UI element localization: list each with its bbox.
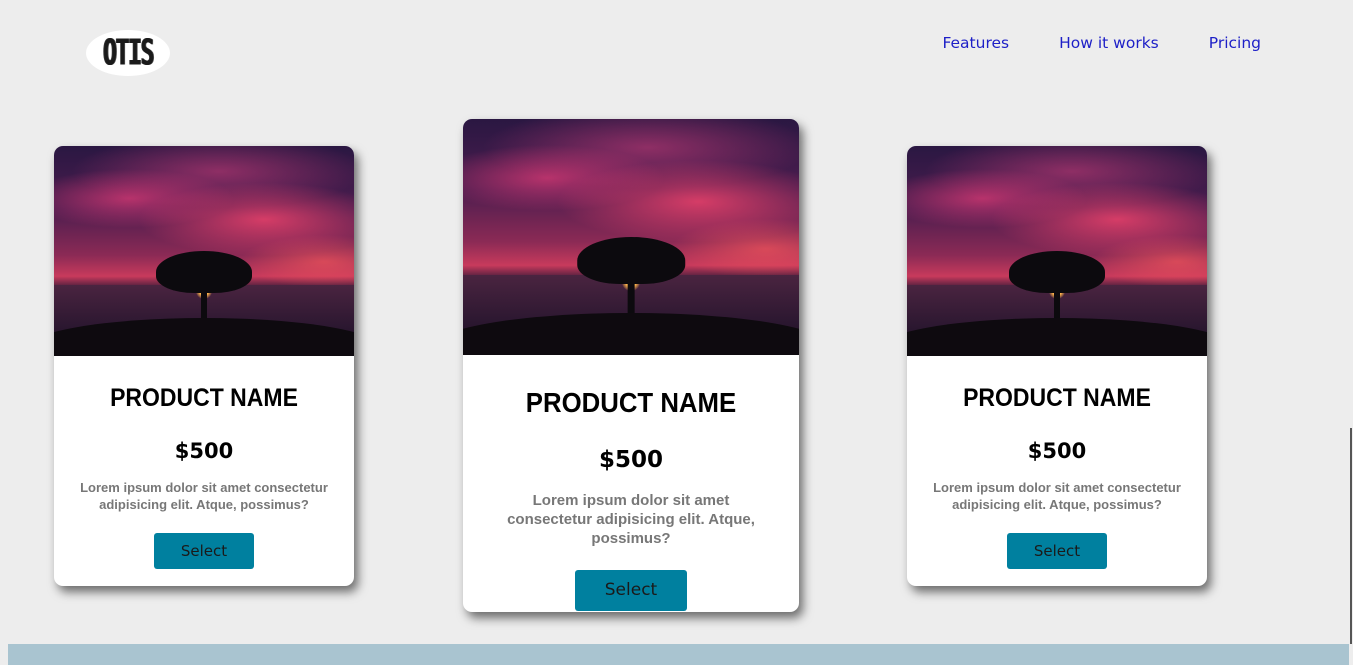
nav-link-how-it-works[interactable]: How it works: [1059, 34, 1159, 52]
sunset-tree-image: [463, 119, 799, 355]
footer-bar: [8, 644, 1349, 665]
product-description: Lorem ipsum dolor sit amet consectetur a…: [507, 492, 755, 547]
main-nav: Features How it works Pricing: [942, 34, 1261, 52]
product-card: PRODUCT NAME $500 Lorem ipsum dolor sit …: [907, 146, 1207, 586]
product-description: Lorem ipsum dolor sit amet consectetur a…: [933, 480, 1181, 512]
product-name: PRODUCT NAME: [525, 387, 737, 418]
pricing-page: OTIS Features How it works Pricing PRODU…: [0, 0, 1353, 665]
brand-logo[interactable]: OTIS: [86, 30, 170, 76]
product-description: Lorem ipsum dolor sit amet consectetur a…: [80, 480, 328, 512]
sunset-tree-image: [54, 146, 354, 356]
product-card: PRODUCT NAME $500 Lorem ipsum dolor sit …: [54, 146, 354, 586]
logo-text: OTIS: [102, 32, 155, 74]
scrollbar-edge[interactable]: [1350, 428, 1352, 644]
nav-link-features[interactable]: Features: [942, 34, 1009, 52]
select-button[interactable]: Select: [575, 570, 687, 611]
sunset-tree-image: [907, 146, 1207, 356]
card-body: PRODUCT NAME $500 Lorem ipsum dolor sit …: [54, 384, 354, 569]
card-body: PRODUCT NAME $500 Lorem ipsum dolor sit …: [463, 387, 799, 611]
product-price: $500: [1027, 439, 1087, 463]
product-name: PRODUCT NAME: [963, 384, 1151, 412]
product-price: $500: [598, 447, 663, 473]
product-card-featured: PRODUCT NAME $500 Lorem ipsum dolor sit …: [463, 119, 799, 612]
nav-link-pricing[interactable]: Pricing: [1209, 34, 1261, 52]
select-button[interactable]: Select: [1007, 533, 1107, 569]
select-button[interactable]: Select: [154, 533, 254, 569]
product-name: PRODUCT NAME: [110, 384, 298, 412]
card-body: PRODUCT NAME $500 Lorem ipsum dolor sit …: [907, 384, 1207, 569]
product-price: $500: [174, 439, 234, 463]
